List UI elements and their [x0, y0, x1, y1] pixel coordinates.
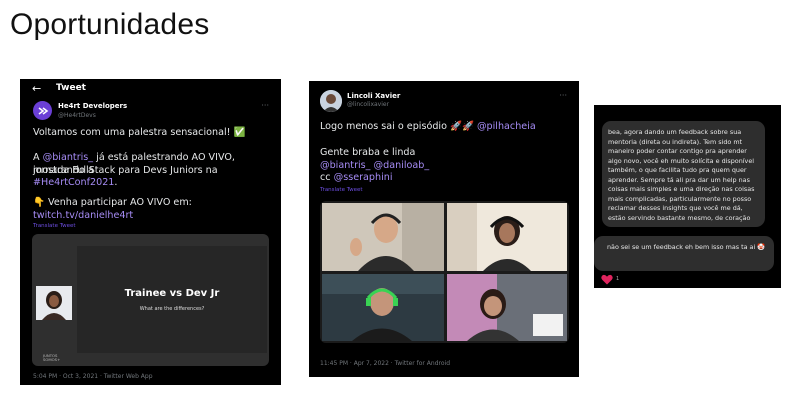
- chat-message-bubble: bea, agora dando um feedback sobre sua m…: [602, 121, 765, 227]
- tweet-text-line: jornada FullStack para Devs Juniors na: [33, 164, 218, 176]
- tweet-text-segment: cc: [320, 172, 334, 183]
- tweet-timestamp[interactable]: 5:04 PM · Oct 3, 2021 · Twitter Web App: [33, 373, 153, 380]
- mention-link[interactable]: @biantris_: [43, 152, 93, 163]
- more-icon[interactable]: ···: [559, 91, 567, 100]
- mention-link[interactable]: @biantris_: [320, 160, 370, 171]
- arrow-left-icon[interactable]: ←: [32, 82, 41, 95]
- participant-image: [447, 203, 567, 271]
- tweet-card-he4rt: ← Tweet He4rt Developers @He4rtDevs ··· …: [20, 79, 281, 385]
- chat-message-bubble: não sei se um feedback eh bem isso mas t…: [594, 236, 774, 271]
- reaction-count: 1: [616, 276, 620, 282]
- heart-icon[interactable]: [601, 274, 613, 285]
- tweet-media-image[interactable]: [320, 201, 569, 343]
- author-handle[interactable]: @He4rtDevs: [58, 112, 96, 119]
- tweet-text-segment: Logo menos sai o episódio 🚀🚀: [320, 121, 477, 132]
- tweet-text-line: #He4rtConf2021.: [33, 177, 273, 190]
- slide-subtitle: What are the differences?: [139, 306, 205, 312]
- speaker-image: [36, 286, 72, 320]
- tweet-text-line: Logo menos sai o episódio 🚀🚀 @pilhacheia: [320, 121, 570, 134]
- avatar[interactable]: [33, 101, 52, 120]
- mention-link[interactable]: @pilhacheia: [477, 121, 536, 132]
- tweet-timestamp[interactable]: 11:45 PM · Apr 7, 2022 · Twitter for And…: [320, 360, 450, 367]
- twitch-link[interactable]: twitch.tv/danielhe4rt: [33, 210, 133, 221]
- tweet-text-segment: .: [114, 177, 118, 188]
- page-title: Oportunidades: [10, 8, 210, 41]
- tweet-text-line: @biantris_ @daniloab_: [320, 160, 570, 173]
- tweet-text-line: 👇 Venha participar AO VIVO em:: [33, 197, 192, 208]
- more-icon[interactable]: ···: [261, 101, 269, 110]
- presentation-slide: Trainee vs Dev Jr What are the differenc…: [77, 246, 267, 353]
- tweet-text-line: twitch.tv/danielhe4rt: [33, 210, 273, 223]
- mention-link[interactable]: @sseraphini: [334, 172, 393, 183]
- tweet-text-line: Voltamos com uma palestra sensacional! ✅: [33, 127, 246, 138]
- juntos-somos-logo: JUNTOS SOMOS+: [43, 354, 60, 362]
- author-name[interactable]: Lincoli Xavier: [347, 92, 400, 100]
- video-call-participant: [322, 274, 444, 341]
- speaker-webcam: [36, 286, 72, 320]
- tweet-topbar-title: Tweet: [56, 83, 86, 93]
- tweet-text-segment: A: [33, 152, 43, 163]
- tweet-text-line: cc @sseraphini: [320, 172, 570, 185]
- logo-text: SOMOS+: [43, 357, 61, 362]
- translate-tweet-link[interactable]: Translate Tweet: [320, 187, 363, 193]
- tweet-media-video[interactable]: Trainee vs Dev Jr What are the differenc…: [32, 234, 269, 366]
- tweet-text-line: Gente braba e linda: [320, 147, 416, 158]
- tweet-topbar: ← Tweet: [20, 79, 281, 99]
- tweet-card-lincoli: Lincoli Xavier @lincolixavier ··· Logo m…: [309, 81, 579, 377]
- avatar-image: [320, 90, 342, 112]
- participant-image: [322, 274, 444, 341]
- participant-image: [322, 203, 444, 271]
- he4rt-logo-icon: [38, 106, 48, 115]
- video-call-participant: [447, 203, 567, 271]
- participant-image: [447, 274, 567, 341]
- author-handle[interactable]: @lincolixavier: [347, 101, 389, 108]
- slide-title: Trainee vs Dev Jr: [124, 288, 220, 299]
- avatar[interactable]: [320, 90, 342, 112]
- video-call-participant: [322, 203, 444, 271]
- mention-link[interactable]: @daniloab_: [374, 160, 430, 171]
- chat-card: bea, agora dando um feedback sobre sua m…: [594, 105, 781, 288]
- translate-tweet-link[interactable]: Translate Tweet: [33, 223, 76, 229]
- author-name[interactable]: He4rt Developers: [58, 102, 127, 110]
- hashtag-link[interactable]: #He4rtConf2021: [33, 177, 114, 188]
- video-call-participant: [447, 274, 567, 341]
